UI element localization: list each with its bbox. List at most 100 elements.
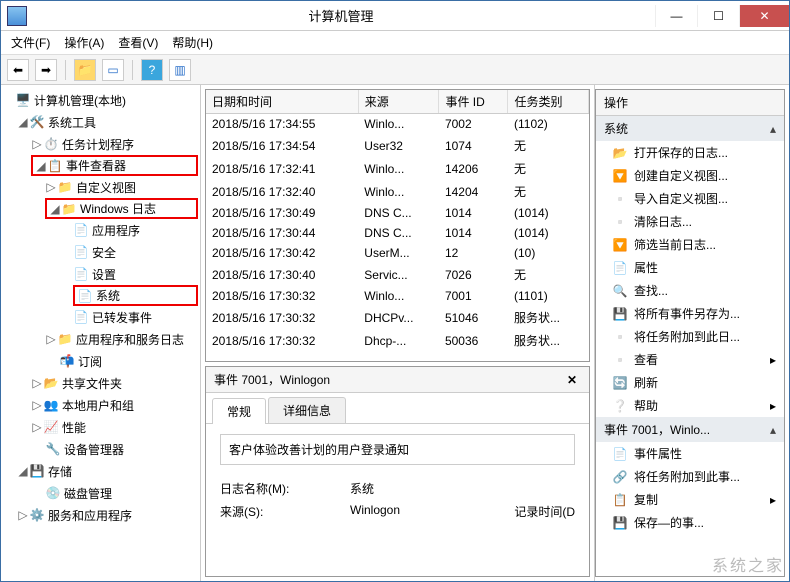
tree-disk-management[interactable]: 💿 磁盘管理 xyxy=(3,482,198,504)
cell: 无 xyxy=(508,134,589,157)
action-item[interactable]: 🔽筛选当前日志... xyxy=(596,233,784,256)
action-item[interactable]: ▫️查看▸ xyxy=(596,348,784,371)
table-row[interactable]: 2018/5/16 17:30:32Dhcp-...50036服务状... xyxy=(206,329,589,352)
tree-root[interactable]: 🖥️ 计算机管理(本地) xyxy=(3,89,198,111)
tree-custom-views[interactable]: ▷ 📁 自定义视图 xyxy=(3,176,198,198)
menu-help[interactable]: 帮助(H) xyxy=(166,32,219,53)
action-item[interactable]: ▫️导入自定义视图... xyxy=(596,187,784,210)
expand-icon[interactable]: ▷ xyxy=(45,332,57,346)
expand-icon[interactable]: ▷ xyxy=(31,376,43,390)
action-icon: 🔗 xyxy=(612,469,628,485)
cell: (1014) xyxy=(508,203,589,223)
collapse-icon[interactable]: ▴ xyxy=(770,122,776,136)
event-grid[interactable]: 日期和时间来源事件 ID任务类别 2018/5/16 17:34:55Winlo… xyxy=(205,89,590,362)
action-icon: ▫️ xyxy=(612,191,628,207)
expand-icon[interactable]: ◢ xyxy=(49,202,61,216)
maximize-button[interactable]: ☐ xyxy=(697,5,739,27)
actions-section-event[interactable]: 事件 7001，Winlo... ▴ xyxy=(596,417,784,442)
cell: 2018/5/16 17:30:44 xyxy=(206,223,358,243)
column-header[interactable]: 事件 ID xyxy=(439,90,508,114)
expand-icon[interactable]: ▷ xyxy=(31,137,43,151)
tree-label: Windows 日志 xyxy=(80,200,156,217)
actions-section-system[interactable]: 系统 ▴ xyxy=(596,116,784,141)
tree-application-log[interactable]: 📄 应用程序 xyxy=(3,219,198,241)
toolbar-view-button[interactable]: ▥ xyxy=(169,59,191,81)
logname-value: 系统 xyxy=(350,480,374,497)
action-item[interactable]: 🔍查找... xyxy=(596,279,784,302)
tree-forwarded-events[interactable]: 📄 已转发事件 xyxy=(3,306,198,328)
action-icon: 🔽 xyxy=(612,237,628,253)
tree-setup-log[interactable]: 📄 设置 xyxy=(3,263,198,285)
toolbar-layout-button[interactable]: ▭ xyxy=(102,59,124,81)
show-hide-tree-button[interactable]: 📁 xyxy=(74,59,96,81)
tab-details[interactable]: 详细信息 xyxy=(268,397,346,423)
column-header[interactable]: 来源 xyxy=(358,90,439,114)
table-row[interactable]: 2018/5/16 17:32:41Winlo...14206无 xyxy=(206,157,589,180)
close-button[interactable]: ✕ xyxy=(739,5,789,27)
expand-icon[interactable]: ◢ xyxy=(35,159,47,173)
table-row[interactable]: 2018/5/16 17:30:32DHCPv...51046服务状... xyxy=(206,306,589,329)
tree-windows-logs[interactable]: ◢ 📁 Windows 日志 xyxy=(45,198,198,219)
menu-view[interactable]: 查看(V) xyxy=(112,32,164,53)
help-button[interactable]: ? xyxy=(141,59,163,81)
cell: UserM... xyxy=(358,243,439,263)
column-header[interactable]: 日期和时间 xyxy=(206,90,358,114)
menu-action[interactable]: 操作(A) xyxy=(58,32,110,53)
expand-icon[interactable]: ▷ xyxy=(31,420,43,434)
close-detail-button[interactable]: ✕ xyxy=(563,371,581,389)
action-item[interactable]: 📄属性 xyxy=(596,256,784,279)
table-row[interactable]: 2018/5/16 17:30:44DNS C...1014(1014) xyxy=(206,223,589,243)
tree-shared-folders[interactable]: ▷ 📂 共享文件夹 xyxy=(3,372,198,394)
action-item[interactable]: 📋复制▸ xyxy=(596,488,784,511)
expand-icon[interactable]: ◢ xyxy=(17,464,29,478)
tree-local-users[interactable]: ▷ 👥 本地用户和组 xyxy=(3,394,198,416)
tree-app-service-logs[interactable]: ▷ 📁 应用程序和服务日志 xyxy=(3,328,198,350)
tree-services-apps[interactable]: ▷ ⚙️ 服务和应用程序 xyxy=(3,504,198,526)
table-row[interactable]: 2018/5/16 17:34:54User321074无 xyxy=(206,134,589,157)
tree-system-tools[interactable]: ◢ 🛠️ 系统工具 xyxy=(3,111,198,133)
navigation-tree[interactable]: 🖥️ 计算机管理(本地) ◢ 🛠️ 系统工具 ▷ ⏱️ 任务计划程序 ◢ 📋 事… xyxy=(1,85,201,581)
logname-label: 日志名称(M): xyxy=(220,480,310,497)
expand-icon[interactable]: ▷ xyxy=(45,180,57,194)
collapse-icon[interactable]: ▴ xyxy=(770,423,776,437)
action-item[interactable]: 🔽创建自定义视图... xyxy=(596,164,784,187)
table-row[interactable]: 2018/5/16 17:30:32Winlo...7001(1101) xyxy=(206,286,589,306)
tab-general[interactable]: 常规 xyxy=(212,398,266,424)
action-item[interactable]: 💾保存—的事... xyxy=(596,511,784,534)
tree-task-scheduler[interactable]: ▷ ⏱️ 任务计划程序 xyxy=(3,133,198,155)
expand-icon[interactable]: ▷ xyxy=(31,398,43,412)
action-item[interactable]: ▫️清除日志... xyxy=(596,210,784,233)
menu-file[interactable]: 文件(F) xyxy=(5,32,56,53)
tree-performance[interactable]: ▷ 📈 性能 xyxy=(3,416,198,438)
log-icon: 📄 xyxy=(73,222,89,238)
action-item[interactable]: 🔄刷新 xyxy=(596,371,784,394)
table-row[interactable]: 2018/5/16 17:30:49DNS C...1014(1014) xyxy=(206,203,589,223)
action-item[interactable]: 📂打开保存的日志... xyxy=(596,141,784,164)
table-row[interactable]: 2018/5/16 17:30:42UserM...12(10) xyxy=(206,243,589,263)
cell: 7002 xyxy=(439,114,508,135)
action-item[interactable]: 📄事件属性 xyxy=(596,442,784,465)
back-button[interactable]: ⬅ xyxy=(7,59,29,81)
forward-button[interactable]: ➡ xyxy=(35,59,57,81)
tree-security-log[interactable]: 📄 安全 xyxy=(3,241,198,263)
tree-device-manager[interactable]: 🔧 设备管理器 xyxy=(3,438,198,460)
tree-event-viewer[interactable]: ◢ 📋 事件查看器 xyxy=(31,155,198,176)
column-header[interactable]: 任务类别 xyxy=(508,90,589,114)
table-row[interactable]: 2018/5/16 17:34:55Winlo...7002(1102) xyxy=(206,114,589,135)
table-row[interactable]: 2018/5/16 17:32:40Winlo...14204无 xyxy=(206,180,589,203)
tree-system-log[interactable]: 📄 系统 xyxy=(73,285,198,306)
table-row[interactable]: 2018/5/16 17:30:40Servic...7026无 xyxy=(206,263,589,286)
cell: User32 xyxy=(358,134,439,157)
cell: 2018/5/16 17:30:42 xyxy=(206,243,358,263)
action-item[interactable]: 🔗将任务附加到此事... xyxy=(596,465,784,488)
expand-icon[interactable]: ◢ xyxy=(17,115,29,129)
tree-storage[interactable]: ◢ 💾 存储 xyxy=(3,460,198,482)
cell: 2018/5/16 17:32:41 xyxy=(206,157,358,180)
tree-subscriptions[interactable]: 📬 订阅 xyxy=(3,350,198,372)
action-item[interactable]: ▫️将任务附加到此日... xyxy=(596,325,784,348)
minimize-button[interactable]: — xyxy=(655,5,697,27)
action-item[interactable]: ❔帮助▸ xyxy=(596,394,784,417)
expand-icon[interactable]: ▷ xyxy=(17,508,29,522)
action-item[interactable]: 💾将所有事件另存为... xyxy=(596,302,784,325)
cell: 7026 xyxy=(439,263,508,286)
